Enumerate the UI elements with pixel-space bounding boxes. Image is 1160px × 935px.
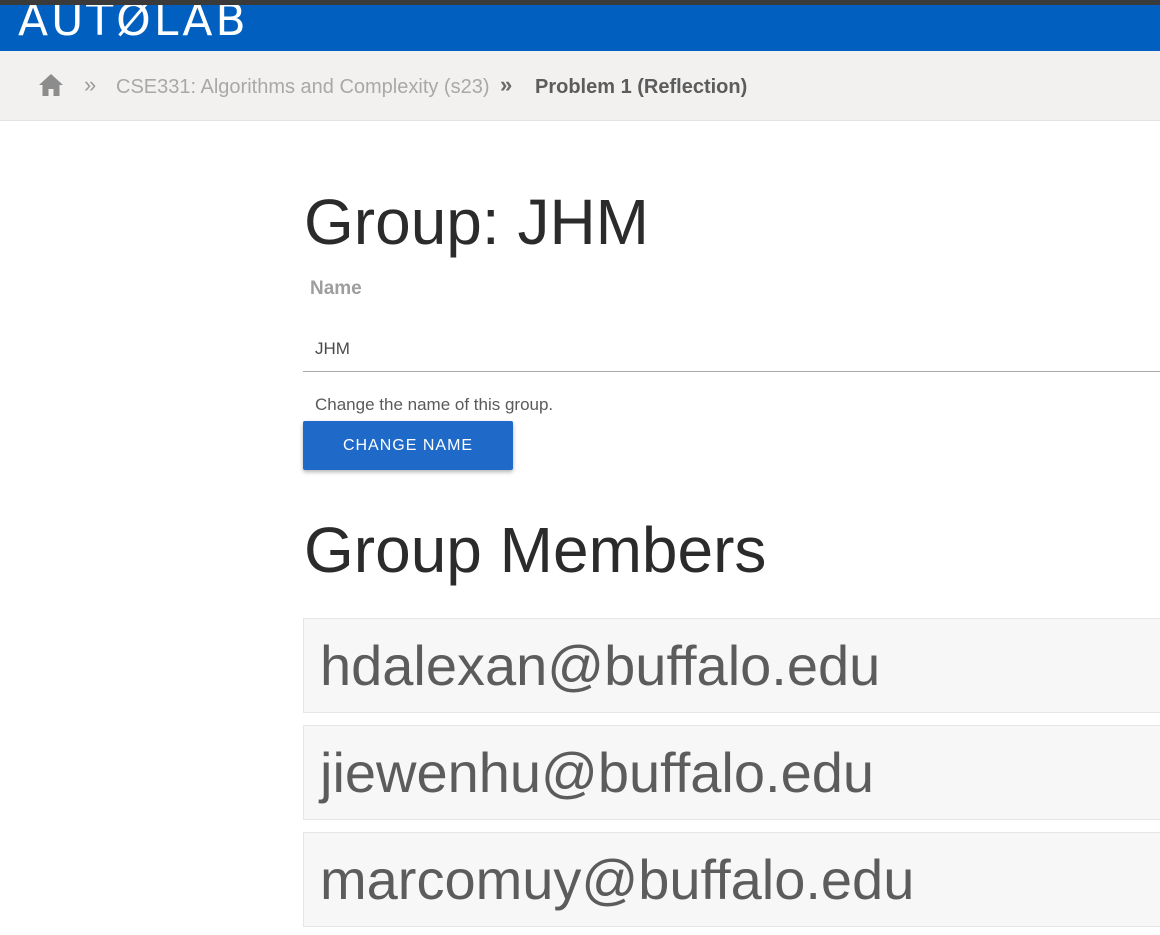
member-item: jiewenhu@buffalo.edu: [303, 725, 1160, 820]
member-item: hdalexan@buffalo.edu: [303, 618, 1160, 713]
home-icon[interactable]: [38, 73, 64, 97]
breadcrumb-current: Problem 1 (Reflection): [535, 76, 748, 98]
navbar: AUTØLAB: [0, 5, 1160, 51]
name-help-text: Change the name of this group.: [315, 395, 554, 414]
group-name-input[interactable]: [303, 326, 1160, 372]
page-title: Group: JHM: [304, 186, 649, 258]
breadcrumb-separator: »: [500, 72, 513, 97]
breadcrumb-course-link[interactable]: CSE331: Algorithms and Complexity (s23): [116, 74, 490, 100]
group-members-title: Group Members: [304, 514, 767, 586]
autolab-logo[interactable]: AUTØLAB: [18, 5, 249, 51]
name-label: Name: [310, 278, 362, 299]
breadcrumb: » CSE331: Algorithms and Complexity (s23…: [0, 51, 1160, 121]
change-name-button[interactable]: Change Name: [303, 421, 513, 470]
breadcrumb-separator: »: [84, 72, 97, 97]
member-item: marcomuy@buffalo.edu: [303, 832, 1160, 927]
